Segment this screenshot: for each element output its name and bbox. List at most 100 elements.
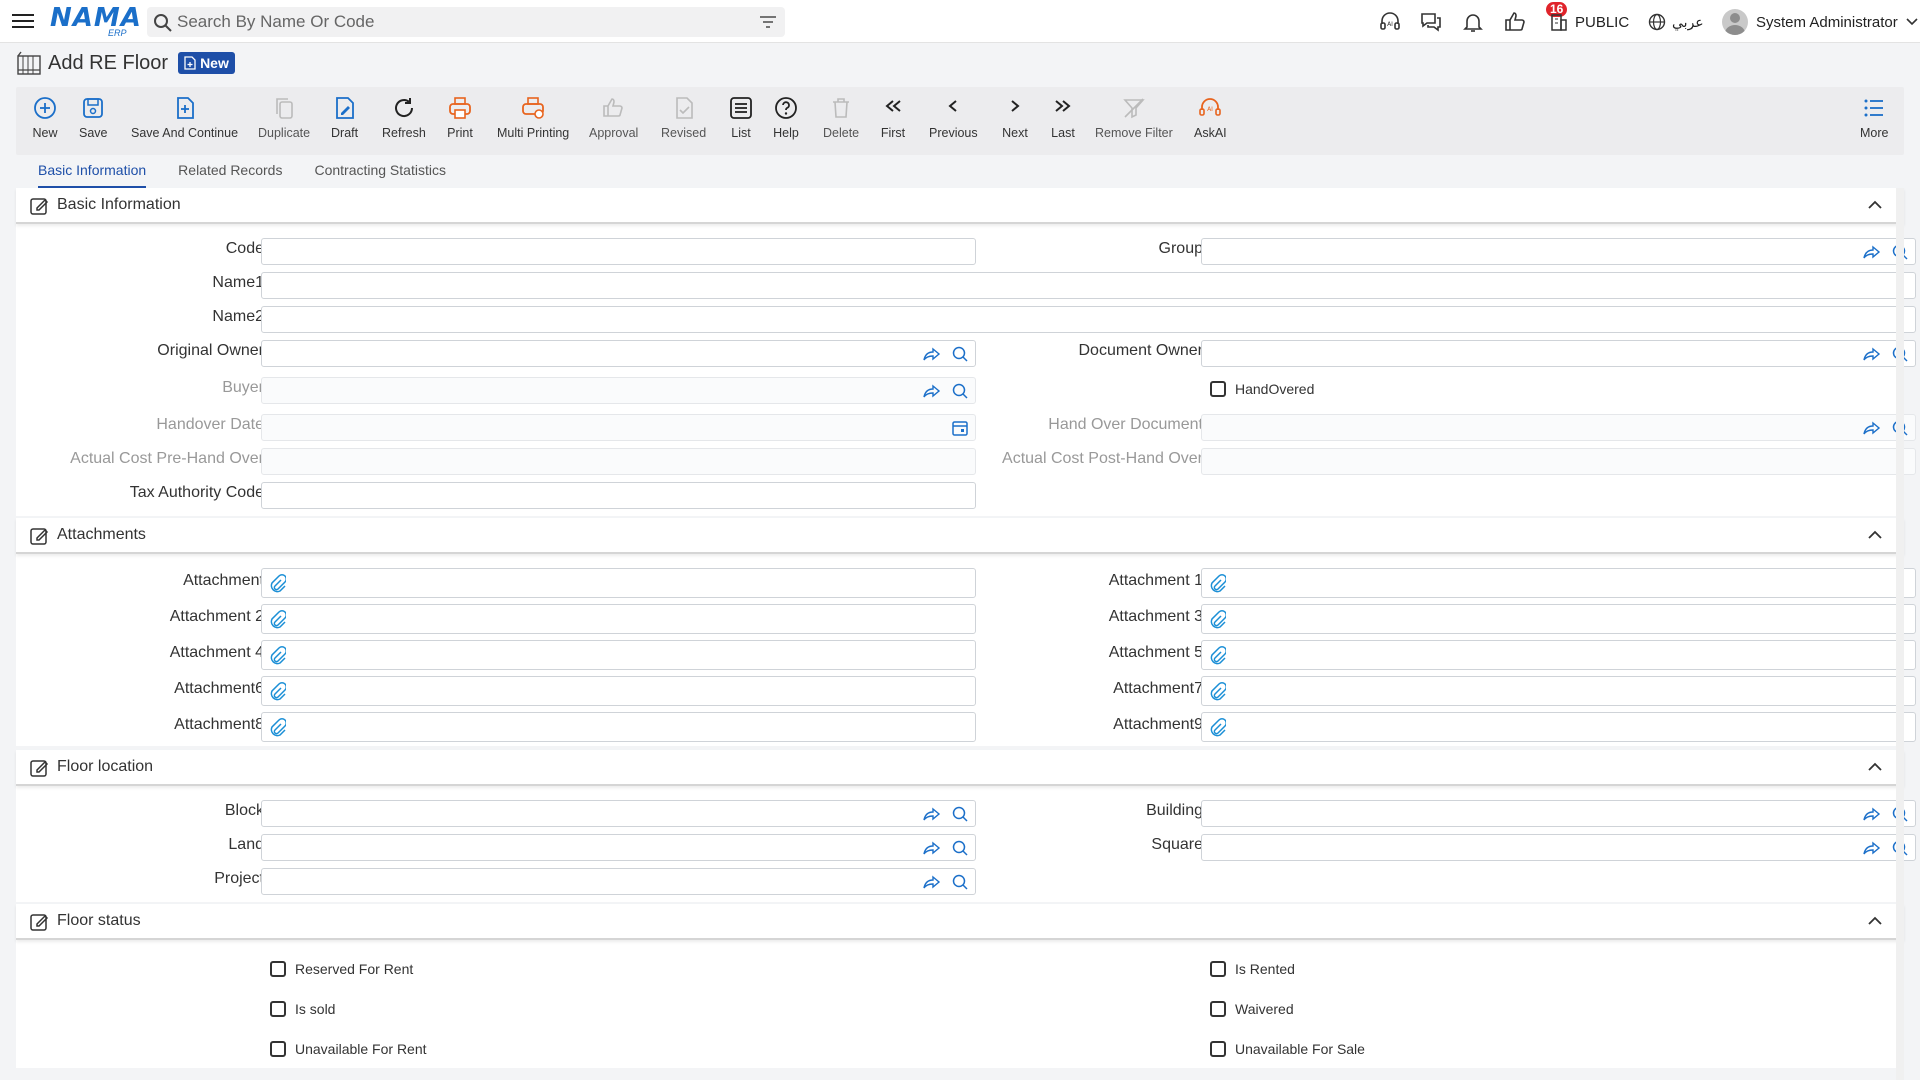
next-button[interactable]: Next <box>1002 95 1028 151</box>
paperclip-icon[interactable] <box>268 717 286 737</box>
name1-input[interactable] <box>262 273 1915 298</box>
paperclip-icon[interactable] <box>268 573 286 593</box>
paperclip-icon[interactable] <box>1208 717 1226 737</box>
share-icon[interactable] <box>923 805 941 823</box>
save-button[interactable]: Save <box>79 95 108 151</box>
chevron-up-icon[interactable] <box>1868 200 1882 209</box>
original-owner-input[interactable] <box>262 341 975 366</box>
original-owner-field[interactable] <box>261 340 976 367</box>
share-icon[interactable] <box>1863 805 1881 823</box>
square-input[interactable] <box>1202 835 1915 860</box>
checkbox-box[interactable] <box>1210 961 1226 977</box>
checkbox-box[interactable] <box>270 1001 286 1017</box>
handovered-checkbox[interactable]: HandOvered <box>1210 381 1314 397</box>
paperclip-icon[interactable] <box>1208 681 1226 701</box>
tax-authority-code-field[interactable] <box>261 482 976 509</box>
tab-contracting-statistics[interactable]: Contracting Statistics <box>314 158 446 188</box>
paperclip-icon[interactable] <box>1208 645 1226 665</box>
approval-button[interactable]: Approval <box>589 95 638 151</box>
thumbs-up-icon[interactable] <box>1503 10 1527 34</box>
revised-button[interactable]: Revised <box>661 95 706 151</box>
share-icon[interactable] <box>1863 345 1881 363</box>
attachment-1-field[interactable] <box>1201 568 1916 598</box>
attachment-6-field[interactable] <box>261 676 976 706</box>
paperclip-icon[interactable] <box>268 681 286 701</box>
checkbox-box[interactable] <box>270 961 286 977</box>
attachment-4-field[interactable] <box>261 640 976 670</box>
filter-icon[interactable] <box>759 14 777 30</box>
menu-icon[interactable] <box>12 11 34 31</box>
land-input[interactable] <box>262 835 975 860</box>
print-button[interactable]: Print <box>447 95 473 151</box>
lookup-search-icon[interactable] <box>951 839 969 857</box>
group-input[interactable] <box>1202 239 1915 264</box>
share-icon[interactable] <box>923 345 941 363</box>
bell-icon[interactable] <box>1461 10 1485 34</box>
search-input[interactable] <box>177 7 737 37</box>
refresh-button[interactable]: Refresh <box>382 95 426 151</box>
block-field[interactable] <box>261 800 976 827</box>
tab-related-records[interactable]: Related Records <box>178 158 282 188</box>
ai-support-icon[interactable]: AI <box>1378 10 1402 34</box>
share-icon[interactable] <box>923 382 941 400</box>
document-owner-field[interactable] <box>1201 340 1916 367</box>
attachment-5-field[interactable] <box>1201 640 1916 670</box>
user-menu[interactable]: System Administrator <box>1722 8 1918 36</box>
last-button[interactable]: Last <box>1050 95 1076 151</box>
remove-filter-button[interactable]: Remove Filter <box>1095 95 1173 151</box>
share-icon[interactable] <box>1863 243 1881 261</box>
checkbox-box[interactable] <box>1210 1001 1226 1017</box>
building-field[interactable] <box>1201 800 1916 827</box>
paperclip-icon[interactable] <box>268 609 286 629</box>
chevron-up-icon[interactable] <box>1868 762 1882 771</box>
more-button[interactable]: More <box>1860 95 1888 151</box>
askai-button[interactable]: AI AskAI <box>1194 95 1227 151</box>
share-icon[interactable] <box>923 839 941 857</box>
company-selector[interactable]: PUBLIC <box>1549 10 1629 34</box>
multi-printing-button[interactable]: Multi Printing <box>497 95 569 151</box>
calendar-icon[interactable] <box>951 419 969 437</box>
section-header[interactable]: Floor status <box>16 904 1904 940</box>
lookup-search-icon[interactable] <box>951 382 969 400</box>
building-input[interactable] <box>1202 801 1915 826</box>
lookup-search-icon[interactable] <box>951 345 969 363</box>
block-input[interactable] <box>262 801 975 826</box>
name2-input[interactable] <box>262 307 1915 332</box>
delete-button[interactable]: Delete <box>823 95 859 151</box>
share-icon[interactable] <box>923 873 941 891</box>
paperclip-icon[interactable] <box>1208 609 1226 629</box>
chat-icon[interactable] <box>1419 10 1443 34</box>
is-rented-checkbox[interactable]: Is Rented <box>1210 961 1295 977</box>
attachment-0-field[interactable] <box>261 568 976 598</box>
land-field[interactable] <box>261 834 976 861</box>
draft-button[interactable]: Draft <box>331 95 358 151</box>
chevron-up-icon[interactable] <box>1868 916 1882 925</box>
checkbox-box[interactable] <box>1210 381 1226 397</box>
language-switch[interactable]: عربي <box>1648 10 1704 34</box>
tab-basic-information[interactable]: Basic Information <box>38 158 147 188</box>
document-owner-input[interactable] <box>1202 341 1915 366</box>
share-icon[interactable] <box>1863 839 1881 857</box>
first-button[interactable]: First <box>880 95 906 151</box>
previous-button[interactable]: Previous <box>929 95 978 151</box>
unavailable-for-rent-checkbox[interactable]: Unavailable For Rent <box>270 1041 427 1057</box>
project-field[interactable] <box>261 868 976 895</box>
checkbox-box[interactable] <box>270 1041 286 1057</box>
section-header[interactable]: Basic Information <box>16 188 1904 224</box>
square-field[interactable] <box>1201 834 1916 861</box>
name2-field[interactable] <box>261 306 1916 333</box>
section-header[interactable]: Floor location <box>16 750 1904 786</box>
attachment-9-field[interactable] <box>1201 712 1916 742</box>
app-logo[interactable]: NAMA ERP <box>50 4 141 38</box>
paperclip-icon[interactable] <box>1208 573 1226 593</box>
attachment-2-field[interactable] <box>261 604 976 634</box>
share-icon[interactable] <box>1863 419 1881 437</box>
scrollbar[interactable] <box>1896 188 1904 1080</box>
paperclip-icon[interactable] <box>268 645 286 665</box>
list-button[interactable]: List <box>728 95 754 151</box>
checkbox-box[interactable] <box>1210 1041 1226 1057</box>
attachment-3-field[interactable] <box>1201 604 1916 634</box>
is-sold-checkbox[interactable]: Is sold <box>270 1001 335 1017</box>
section-header[interactable]: Attachments <box>16 518 1904 554</box>
lookup-search-icon[interactable] <box>951 805 969 823</box>
